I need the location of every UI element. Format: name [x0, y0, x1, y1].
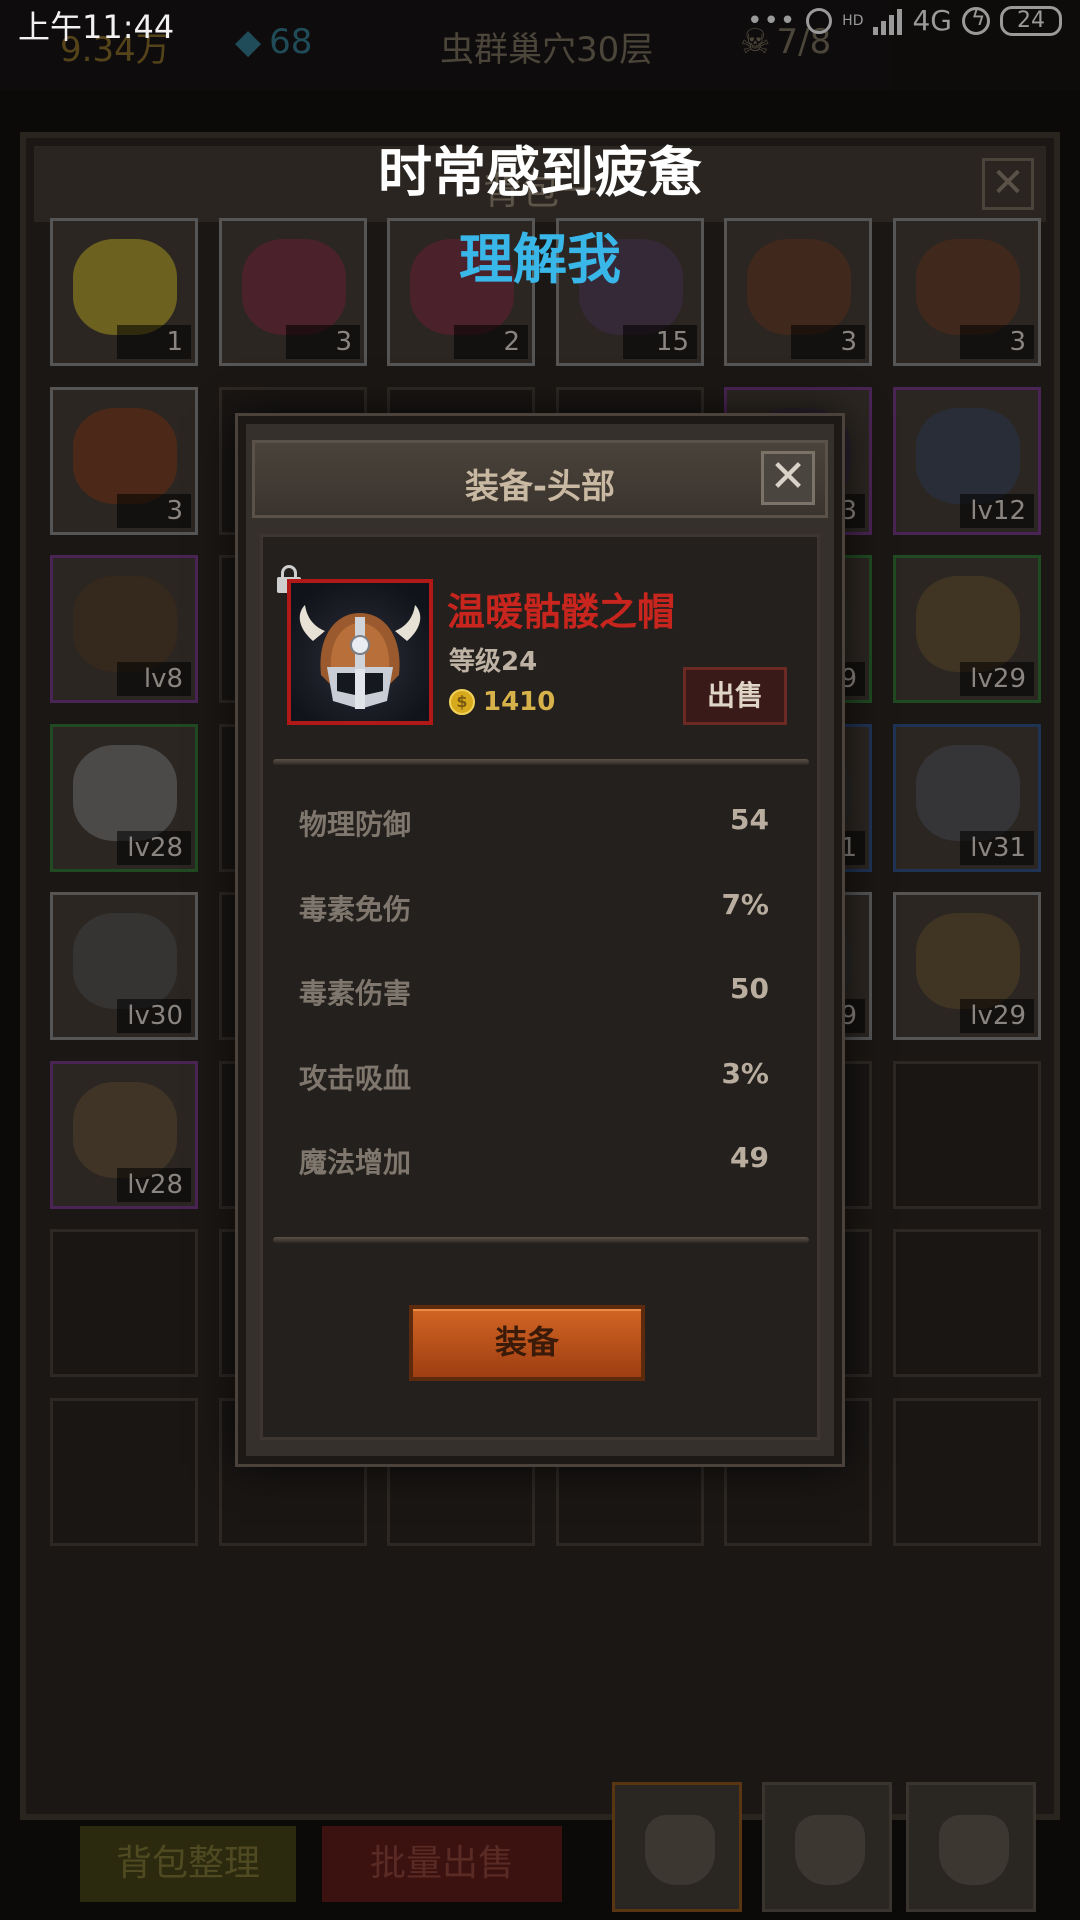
backpack-icon: [795, 1815, 865, 1885]
stat-name: 攻击吸血: [299, 1062, 412, 1095]
item-icon: [916, 913, 1020, 1009]
stat-row: 魔法增加 49: [299, 1133, 769, 1183]
alarm-icon: [806, 7, 833, 34]
slot-label: 3: [791, 325, 865, 359]
status-time: 上午11:44: [18, 8, 175, 46]
slot-label: lv28: [117, 831, 191, 865]
item-level: 等级24: [449, 647, 538, 677]
inventory-slot[interactable]: lv31: [893, 724, 1041, 872]
slot-label: lv29: [960, 999, 1034, 1033]
backpack-tab-2[interactable]: [762, 1782, 892, 1912]
item-icon: [73, 913, 177, 1009]
lyric-line-1: 时常感到疲惫: [378, 141, 702, 204]
item-price: 1410: [483, 687, 556, 717]
sort-backpack-button[interactable]: 背包整理: [80, 1826, 296, 1902]
equip-button[interactable]: 装备: [409, 1305, 645, 1381]
inventory-slot[interactable]: lv30: [50, 892, 198, 1040]
inventory-slot[interactable]: lv29: [893, 892, 1041, 1040]
stat-row: 物理防御 54: [299, 795, 769, 845]
inventory-slot[interactable]: [50, 1229, 198, 1377]
item-icon: [73, 408, 177, 504]
slot-label: lv29: [960, 662, 1034, 696]
item-icon: [916, 745, 1020, 841]
backpack-tab-1[interactable]: [612, 1782, 742, 1912]
dialog-body: 温暖骷髅之帽 等级24 $ 1410 出售 物理防御 54 毒素免伤 7% 毒素…: [260, 534, 820, 1440]
helmet-icon: [299, 605, 421, 709]
item-detail-dialog: 装备-头部 ✕ 温暖骷髅之帽 等级24 $ 1410 出售 物理防御 54 毒素…: [238, 416, 842, 1464]
divider: [273, 759, 809, 765]
network-type: 4G: [912, 4, 952, 37]
stat-value: 54: [730, 803, 769, 836]
inventory-slot[interactable]: lv28: [50, 724, 198, 872]
stat-value: 7%: [721, 888, 769, 921]
stat-value: 50: [730, 972, 769, 1005]
dialog-title: 装备-头部: [464, 467, 616, 507]
slot-label: 3: [960, 325, 1034, 359]
inventory-slot[interactable]: [50, 1398, 198, 1546]
inventory-slot[interactable]: lv8: [50, 555, 198, 703]
inventory-slot[interactable]: lv12: [893, 387, 1041, 535]
divider: [273, 1237, 809, 1243]
inventory-slot[interactable]: lv28: [50, 1061, 198, 1209]
slot-label: lv8: [117, 662, 191, 696]
signal-icon: [873, 7, 903, 35]
inventory-slot[interactable]: [893, 1061, 1041, 1209]
stat-name: 物理防御: [299, 808, 412, 841]
stat-value: 49: [730, 1141, 769, 1174]
more-dots-icon: •••: [747, 5, 797, 36]
hd-badge: HD: [842, 12, 864, 29]
slot-label: 3: [286, 325, 360, 359]
slot-label: 1: [117, 325, 191, 359]
coin-icon: $: [449, 689, 475, 715]
battery-icon: 24: [1000, 5, 1062, 36]
slot-label: 15: [623, 325, 697, 359]
item-icon: [916, 408, 1020, 504]
item-name: 温暖骷髅之帽: [447, 590, 676, 634]
inventory-slot[interactable]: lv29: [893, 555, 1041, 703]
item-icon: [916, 576, 1020, 672]
stat-name: 毒素伤害: [299, 977, 412, 1010]
dialog-header: 装备-头部 ✕: [252, 440, 828, 518]
slot-label: 3: [117, 494, 191, 528]
status-bar: 上午11:44 ••• HD 4G 24: [0, 0, 1080, 46]
stat-name: 魔法增加: [299, 1146, 412, 1179]
inventory-slot[interactable]: 3: [50, 387, 198, 535]
stat-row: 毒素免伤 7%: [299, 880, 769, 930]
stat-row: 攻击吸血 3%: [299, 1049, 769, 1099]
backpack-icon: [939, 1815, 1009, 1885]
slot-label: lv31: [960, 831, 1034, 865]
bulk-sell-button[interactable]: 批量出售: [322, 1826, 562, 1902]
dialog-close-button[interactable]: ✕: [761, 451, 815, 505]
slot-label: lv30: [117, 999, 191, 1033]
item-icon: [73, 745, 177, 841]
stat-value: 3%: [721, 1057, 769, 1090]
backpack-tab-3[interactable]: [906, 1782, 1036, 1912]
sell-button[interactable]: 出售: [683, 667, 787, 725]
inventory-slot[interactable]: [893, 1229, 1041, 1377]
item-icon: [73, 576, 177, 672]
inventory-slot[interactable]: [893, 1398, 1041, 1546]
slot-label: lv28: [117, 1168, 191, 1202]
lyric-line-2: 理解我: [459, 228, 621, 291]
slot-label: 2: [454, 325, 528, 359]
stat-row: 毒素伤害 50: [299, 964, 769, 1014]
backpack-icon: [645, 1815, 715, 1885]
charging-icon: [962, 6, 990, 35]
item-portrait: [287, 579, 433, 725]
status-icons: ••• HD 4G 24: [747, 4, 1062, 37]
stat-name: 毒素免伤: [299, 893, 412, 926]
item-icon: [73, 1082, 177, 1178]
slot-label: lv12: [960, 494, 1034, 528]
